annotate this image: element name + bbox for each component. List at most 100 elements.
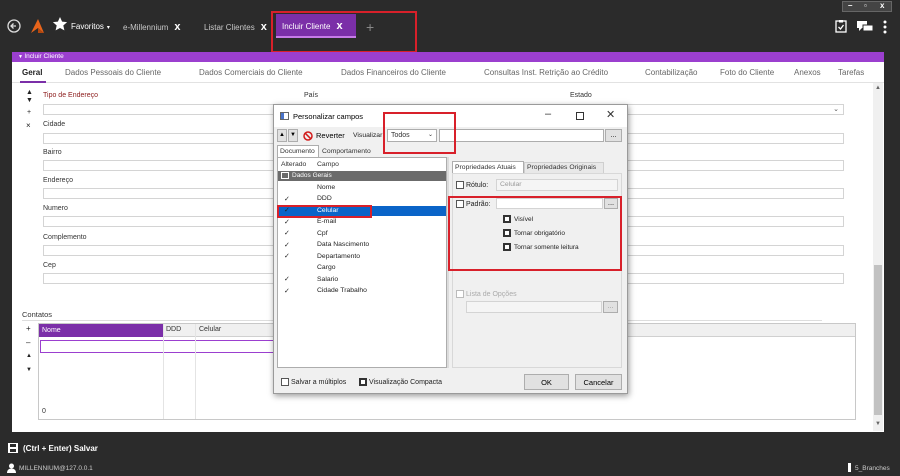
move-up-arrow-icon[interactable]: ▲ (26, 89, 33, 96)
somente-leitura-checkbox[interactable] (503, 243, 511, 251)
field-item-departamento[interactable]: Departamento (317, 253, 360, 260)
add-row-icon[interactable]: + (27, 109, 31, 116)
field-item-cargo[interactable]: Cargo (317, 264, 336, 271)
move-down-arrow-icon[interactable]: ▼ (26, 97, 33, 104)
rotulo-input[interactable]: Celular (496, 179, 618, 191)
tab-close-icon[interactable]: x (261, 21, 267, 33)
close-window-button[interactable]: x (880, 1, 884, 10)
remove-row-icon[interactable]: × (26, 121, 31, 130)
tab-anexos[interactable]: Anexos (794, 68, 821, 77)
contatos-down-icon[interactable]: ▼ (26, 367, 32, 373)
cep-input[interactable] (43, 273, 274, 284)
favorites-menu[interactable]: Favoritos ▾ (71, 17, 110, 37)
field-item-celular[interactable]: Celular (317, 207, 339, 214)
scroll-down-icon[interactable]: ▼ (875, 421, 881, 427)
tab-label: Incluir Cliente (282, 22, 331, 31)
tab-documento[interactable]: Documento (277, 145, 319, 157)
bairro-extra-input[interactable] (626, 160, 844, 171)
field-item-nome[interactable]: Nome (317, 184, 335, 191)
column-nome[interactable]: Nome (39, 324, 163, 337)
numero-extra-input[interactable] (626, 216, 844, 227)
group-row[interactable]: Dados Gerais (278, 171, 446, 181)
padrao-ellipsis-button[interactable]: ... (604, 198, 618, 209)
tab-incluir-cliente[interactable]: Incluir Cliente x (276, 14, 356, 38)
field-item-ddd[interactable]: DDD (317, 195, 332, 202)
estado-select[interactable]: ⌄ (626, 104, 844, 115)
tab-dados-comerciais[interactable]: Dados Comerciais do Cliente (199, 68, 303, 77)
lista-opcoes-ellipsis-button[interactable]: ... (603, 301, 618, 313)
filter-input[interactable] (439, 129, 604, 142)
scroll-up-icon[interactable]: ▲ (875, 85, 881, 91)
numero-input[interactable] (43, 216, 274, 227)
tipo-endereco-input[interactable] (43, 104, 274, 115)
tab-e-millennium[interactable]: e-Millennium x (123, 17, 180, 37)
tab-propriedades-atuais[interactable]: Propriedades Atuais (452, 161, 524, 173)
scrollbar-thumb[interactable] (874, 265, 882, 415)
tab-close-icon[interactable]: x (336, 20, 342, 32)
column-ddd[interactable]: DDD (166, 326, 181, 333)
move-down-button[interactable]: ▼ (288, 129, 298, 142)
tab-contabilizacao[interactable]: Contabilização (645, 68, 697, 77)
minimize-button[interactable]: – (848, 1, 852, 10)
lista-opcoes-input[interactable] (466, 301, 602, 313)
endereco-input[interactable] (43, 188, 274, 199)
tab-tarefas[interactable]: Tarefas (838, 68, 864, 77)
dialog-close-button[interactable]: ✕ (606, 108, 615, 121)
changed-check-icon: ✓ (284, 230, 290, 237)
maximize-button[interactable]: ▫ (864, 1, 867, 10)
chat-icon[interactable] (857, 21, 873, 33)
list-splitter[interactable] (447, 157, 449, 368)
salvar-multiplos-checkbox[interactable] (281, 378, 289, 386)
field-item-data-nascimento[interactable]: Data Nascimento (317, 241, 369, 248)
dialog-maximize-button[interactable] (576, 112, 584, 120)
save-button[interactable]: (Ctrl + Enter) Salvar (23, 444, 98, 453)
complemento-input[interactable] (43, 245, 274, 256)
bairro-input[interactable] (43, 160, 274, 171)
add-tab-button[interactable]: + (366, 20, 374, 40)
contatos-remove-icon[interactable]: – (26, 338, 30, 347)
filter-ellipsis-button[interactable]: ... (605, 129, 622, 142)
move-up-button[interactable]: ▲ (277, 129, 287, 142)
field-item-cpf[interactable]: Cpf (317, 230, 328, 237)
endereco-extra-input[interactable] (626, 188, 844, 199)
obrigatorio-checkbox[interactable] (503, 229, 511, 237)
column-celular[interactable]: Celular (199, 326, 221, 333)
ok-button[interactable]: OK (524, 374, 569, 390)
tab-propriedades-originais[interactable]: Propriedades Originais (524, 162, 604, 173)
visualizacao-compacta-checkbox[interactable] (359, 378, 367, 386)
cidade-extra-input[interactable] (626, 133, 844, 144)
padrao-checkbox[interactable] (456, 200, 464, 208)
tab-geral[interactable]: Geral (22, 68, 42, 77)
cancel-button[interactable]: Cancelar (575, 374, 622, 390)
visivel-checkbox[interactable] (503, 215, 511, 223)
reverter-button[interactable]: Reverter (301, 129, 349, 142)
field-item-salario[interactable]: Salario (317, 276, 338, 283)
panel-title: Incluir Cliente (24, 53, 64, 60)
tab-foto-cliente[interactable]: Foto do Cliente (720, 68, 774, 77)
cep-extra-input[interactable] (626, 273, 844, 284)
complemento-extra-input[interactable] (626, 245, 844, 256)
clipboard-check-icon[interactable] (835, 19, 847, 33)
tab-dados-pessoais[interactable]: Dados Pessoais do Cliente (65, 68, 161, 77)
contatos-up-icon[interactable]: ▲ (26, 353, 32, 359)
dialog-minimize-button[interactable]: – (545, 108, 551, 120)
lista-opcoes-checkbox[interactable] (456, 290, 464, 298)
cidade-input[interactable] (43, 133, 274, 144)
tab-dados-financeiros[interactable]: Dados Financeiros do Cliente (341, 68, 446, 77)
tab-comportamento[interactable]: Comportamento (319, 146, 379, 157)
visualizar-select[interactable]: Todos ⌄ (387, 129, 437, 142)
field-item-cidade-trabalho[interactable]: Cidade Trabalho (317, 287, 367, 294)
contatos-add-icon[interactable]: + (26, 324, 31, 333)
favorites-star-icon[interactable] (52, 16, 68, 32)
tab-listar-clientes[interactable]: Listar Clientes x (204, 17, 267, 37)
tab-consultas[interactable]: Consultas Inst. Retrição ao Crédito (484, 68, 608, 77)
back-arrow-icon[interactable] (7, 19, 21, 33)
field-item-e-mail[interactable]: E-mail (317, 218, 336, 225)
grid-edit-row[interactable] (40, 340, 275, 353)
vertical-scrollbar[interactable]: ▲ ▼ (873, 83, 883, 431)
padrao-input[interactable] (496, 198, 603, 209)
active-tab-underline (20, 81, 46, 83)
rotulo-checkbox[interactable] (456, 181, 464, 189)
tab-close-icon[interactable]: x (174, 21, 180, 33)
more-options-icon[interactable] (883, 20, 887, 34)
